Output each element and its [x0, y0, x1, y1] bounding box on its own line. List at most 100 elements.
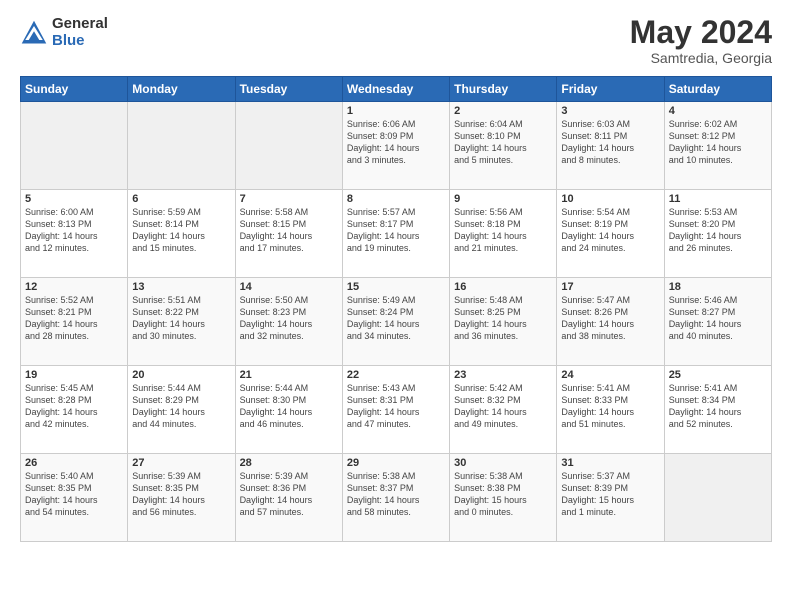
day-number: 9	[454, 193, 552, 205]
day-info: Sunrise: 6:02 AM Sunset: 8:12 PM Dayligh…	[669, 118, 767, 167]
day-number: 11	[669, 193, 767, 205]
column-header-wednesday: Wednesday	[342, 77, 449, 102]
calendar-cell: 11Sunrise: 5:53 AM Sunset: 8:20 PM Dayli…	[664, 190, 771, 278]
day-info: Sunrise: 5:52 AM Sunset: 8:21 PM Dayligh…	[25, 294, 123, 343]
calendar-location: Samtredia, Georgia	[630, 50, 772, 66]
calendar-cell: 29Sunrise: 5:38 AM Sunset: 8:37 PM Dayli…	[342, 454, 449, 542]
calendar-header-row: SundayMondayTuesdayWednesdayThursdayFrid…	[21, 77, 772, 102]
calendar-cell: 31Sunrise: 5:37 AM Sunset: 8:39 PM Dayli…	[557, 454, 664, 542]
day-number: 26	[25, 457, 123, 469]
calendar-cell	[21, 102, 128, 190]
calendar-week-row: 1Sunrise: 6:06 AM Sunset: 8:09 PM Daylig…	[21, 102, 772, 190]
calendar-cell: 14Sunrise: 5:50 AM Sunset: 8:23 PM Dayli…	[235, 278, 342, 366]
calendar-cell: 23Sunrise: 5:42 AM Sunset: 8:32 PM Dayli…	[450, 366, 557, 454]
day-number: 13	[132, 281, 230, 293]
day-info: Sunrise: 6:06 AM Sunset: 8:09 PM Dayligh…	[347, 118, 445, 167]
calendar-cell: 26Sunrise: 5:40 AM Sunset: 8:35 PM Dayli…	[21, 454, 128, 542]
day-info: Sunrise: 5:50 AM Sunset: 8:23 PM Dayligh…	[240, 294, 338, 343]
day-number: 28	[240, 457, 338, 469]
calendar-cell: 22Sunrise: 5:43 AM Sunset: 8:31 PM Dayli…	[342, 366, 449, 454]
day-info: Sunrise: 6:00 AM Sunset: 8:13 PM Dayligh…	[25, 206, 123, 255]
day-info: Sunrise: 5:42 AM Sunset: 8:32 PM Dayligh…	[454, 382, 552, 431]
day-number: 16	[454, 281, 552, 293]
day-info: Sunrise: 5:47 AM Sunset: 8:26 PM Dayligh…	[561, 294, 659, 343]
logo-text: General Blue	[52, 16, 108, 49]
day-number: 4	[669, 105, 767, 117]
column-header-tuesday: Tuesday	[235, 77, 342, 102]
calendar-cell: 24Sunrise: 5:41 AM Sunset: 8:33 PM Dayli…	[557, 366, 664, 454]
calendar-cell: 8Sunrise: 5:57 AM Sunset: 8:17 PM Daylig…	[342, 190, 449, 278]
day-number: 30	[454, 457, 552, 469]
title-block: May 2024 Samtredia, Georgia	[630, 16, 772, 66]
calendar-week-row: 26Sunrise: 5:40 AM Sunset: 8:35 PM Dayli…	[21, 454, 772, 542]
calendar-cell: 25Sunrise: 5:41 AM Sunset: 8:34 PM Dayli…	[664, 366, 771, 454]
day-number: 10	[561, 193, 659, 205]
day-info: Sunrise: 5:51 AM Sunset: 8:22 PM Dayligh…	[132, 294, 230, 343]
calendar-cell: 7Sunrise: 5:58 AM Sunset: 8:15 PM Daylig…	[235, 190, 342, 278]
day-number: 6	[132, 193, 230, 205]
logo-icon	[20, 19, 48, 47]
day-info: Sunrise: 6:03 AM Sunset: 8:11 PM Dayligh…	[561, 118, 659, 167]
day-info: Sunrise: 5:39 AM Sunset: 8:35 PM Dayligh…	[132, 470, 230, 519]
day-info: Sunrise: 5:59 AM Sunset: 8:14 PM Dayligh…	[132, 206, 230, 255]
column-header-sunday: Sunday	[21, 77, 128, 102]
day-number: 19	[25, 369, 123, 381]
day-number: 21	[240, 369, 338, 381]
calendar-cell: 30Sunrise: 5:38 AM Sunset: 8:38 PM Dayli…	[450, 454, 557, 542]
day-number: 27	[132, 457, 230, 469]
calendar-cell	[664, 454, 771, 542]
day-number: 5	[25, 193, 123, 205]
day-number: 31	[561, 457, 659, 469]
calendar-cell: 4Sunrise: 6:02 AM Sunset: 8:12 PM Daylig…	[664, 102, 771, 190]
day-info: Sunrise: 5:48 AM Sunset: 8:25 PM Dayligh…	[454, 294, 552, 343]
day-info: Sunrise: 5:49 AM Sunset: 8:24 PM Dayligh…	[347, 294, 445, 343]
calendar-cell: 13Sunrise: 5:51 AM Sunset: 8:22 PM Dayli…	[128, 278, 235, 366]
day-info: Sunrise: 5:39 AM Sunset: 8:36 PM Dayligh…	[240, 470, 338, 519]
day-info: Sunrise: 5:53 AM Sunset: 8:20 PM Dayligh…	[669, 206, 767, 255]
calendar-title: May 2024	[630, 16, 772, 48]
day-info: Sunrise: 5:37 AM Sunset: 8:39 PM Dayligh…	[561, 470, 659, 519]
column-header-friday: Friday	[557, 77, 664, 102]
calendar-cell: 5Sunrise: 6:00 AM Sunset: 8:13 PM Daylig…	[21, 190, 128, 278]
day-info: Sunrise: 5:56 AM Sunset: 8:18 PM Dayligh…	[454, 206, 552, 255]
day-number: 29	[347, 457, 445, 469]
day-number: 8	[347, 193, 445, 205]
day-info: Sunrise: 5:41 AM Sunset: 8:34 PM Dayligh…	[669, 382, 767, 431]
logo: General Blue	[20, 16, 108, 49]
day-number: 22	[347, 369, 445, 381]
calendar-cell: 6Sunrise: 5:59 AM Sunset: 8:14 PM Daylig…	[128, 190, 235, 278]
calendar-cell: 21Sunrise: 5:44 AM Sunset: 8:30 PM Dayli…	[235, 366, 342, 454]
calendar-cell: 12Sunrise: 5:52 AM Sunset: 8:21 PM Dayli…	[21, 278, 128, 366]
day-info: Sunrise: 5:38 AM Sunset: 8:37 PM Dayligh…	[347, 470, 445, 519]
calendar-cell: 15Sunrise: 5:49 AM Sunset: 8:24 PM Dayli…	[342, 278, 449, 366]
day-number: 20	[132, 369, 230, 381]
day-info: Sunrise: 5:45 AM Sunset: 8:28 PM Dayligh…	[25, 382, 123, 431]
day-info: Sunrise: 5:46 AM Sunset: 8:27 PM Dayligh…	[669, 294, 767, 343]
page-header: General Blue May 2024 Samtredia, Georgia	[20, 16, 772, 66]
day-number: 23	[454, 369, 552, 381]
calendar-cell: 20Sunrise: 5:44 AM Sunset: 8:29 PM Dayli…	[128, 366, 235, 454]
calendar-cell: 16Sunrise: 5:48 AM Sunset: 8:25 PM Dayli…	[450, 278, 557, 366]
logo-general: General	[52, 16, 108, 33]
calendar-cell: 28Sunrise: 5:39 AM Sunset: 8:36 PM Dayli…	[235, 454, 342, 542]
day-number: 18	[669, 281, 767, 293]
day-number: 15	[347, 281, 445, 293]
calendar-cell: 10Sunrise: 5:54 AM Sunset: 8:19 PM Dayli…	[557, 190, 664, 278]
day-number: 7	[240, 193, 338, 205]
day-number: 1	[347, 105, 445, 117]
column-header-monday: Monday	[128, 77, 235, 102]
day-number: 25	[669, 369, 767, 381]
day-info: Sunrise: 5:43 AM Sunset: 8:31 PM Dayligh…	[347, 382, 445, 431]
logo-blue: Blue	[52, 33, 108, 50]
calendar-cell: 18Sunrise: 5:46 AM Sunset: 8:27 PM Dayli…	[664, 278, 771, 366]
day-info: Sunrise: 5:41 AM Sunset: 8:33 PM Dayligh…	[561, 382, 659, 431]
calendar-cell: 19Sunrise: 5:45 AM Sunset: 8:28 PM Dayli…	[21, 366, 128, 454]
day-info: Sunrise: 5:44 AM Sunset: 8:29 PM Dayligh…	[132, 382, 230, 431]
day-number: 17	[561, 281, 659, 293]
calendar-week-row: 5Sunrise: 6:00 AM Sunset: 8:13 PM Daylig…	[21, 190, 772, 278]
calendar-cell: 27Sunrise: 5:39 AM Sunset: 8:35 PM Dayli…	[128, 454, 235, 542]
day-info: Sunrise: 5:57 AM Sunset: 8:17 PM Dayligh…	[347, 206, 445, 255]
calendar-cell: 1Sunrise: 6:06 AM Sunset: 8:09 PM Daylig…	[342, 102, 449, 190]
calendar-week-row: 12Sunrise: 5:52 AM Sunset: 8:21 PM Dayli…	[21, 278, 772, 366]
day-number: 12	[25, 281, 123, 293]
